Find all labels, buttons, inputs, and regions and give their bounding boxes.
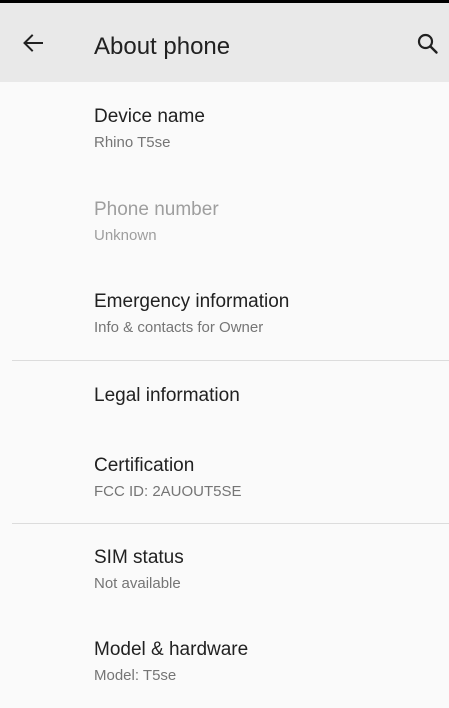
certification-summary: FCC ID: 2AUOUT5SE: [94, 483, 242, 500]
search-button[interactable]: [415, 31, 441, 57]
phone-number-item: Phone number Unknown: [0, 186, 449, 270]
emergency-info-summary: Info & contacts for Owner: [94, 319, 264, 336]
certification-title: Certification: [94, 455, 195, 476]
device-name-title: Device name: [94, 106, 205, 127]
device-name-item[interactable]: Device name Rhino T5se: [0, 96, 449, 180]
sim-status-summary: Not available: [94, 575, 181, 592]
emergency-info-item[interactable]: Emergency information Info & contacts fo…: [0, 277, 449, 361]
back-button[interactable]: [20, 30, 46, 56]
model-hardware-summary: Model: T5se: [94, 667, 177, 684]
model-hardware-item[interactable]: Model & hardware Model: T5se: [0, 616, 449, 700]
device-name-summary: Rhino T5se: [94, 134, 171, 151]
app-bar: About phone: [0, 3, 449, 82]
sim-status-title: SIM status: [94, 547, 184, 568]
phone-number-title: Phone number: [94, 199, 219, 220]
legal-info-title: Legal information: [94, 385, 240, 406]
phone-number-summary: Unknown: [94, 227, 157, 244]
model-hardware-title: Model & hardware: [94, 639, 249, 660]
page-title: About phone: [94, 33, 231, 60]
search-icon: [417, 33, 438, 54]
emergency-info-title: Emergency information: [94, 291, 290, 312]
sim-status-item[interactable]: SIM status Not available: [0, 524, 449, 608]
certification-item[interactable]: Certification FCC ID: 2AUOUT5SE: [0, 441, 449, 525]
arrow-back-icon: [23, 34, 43, 52]
legal-info-item[interactable]: Legal information: [0, 361, 449, 445]
